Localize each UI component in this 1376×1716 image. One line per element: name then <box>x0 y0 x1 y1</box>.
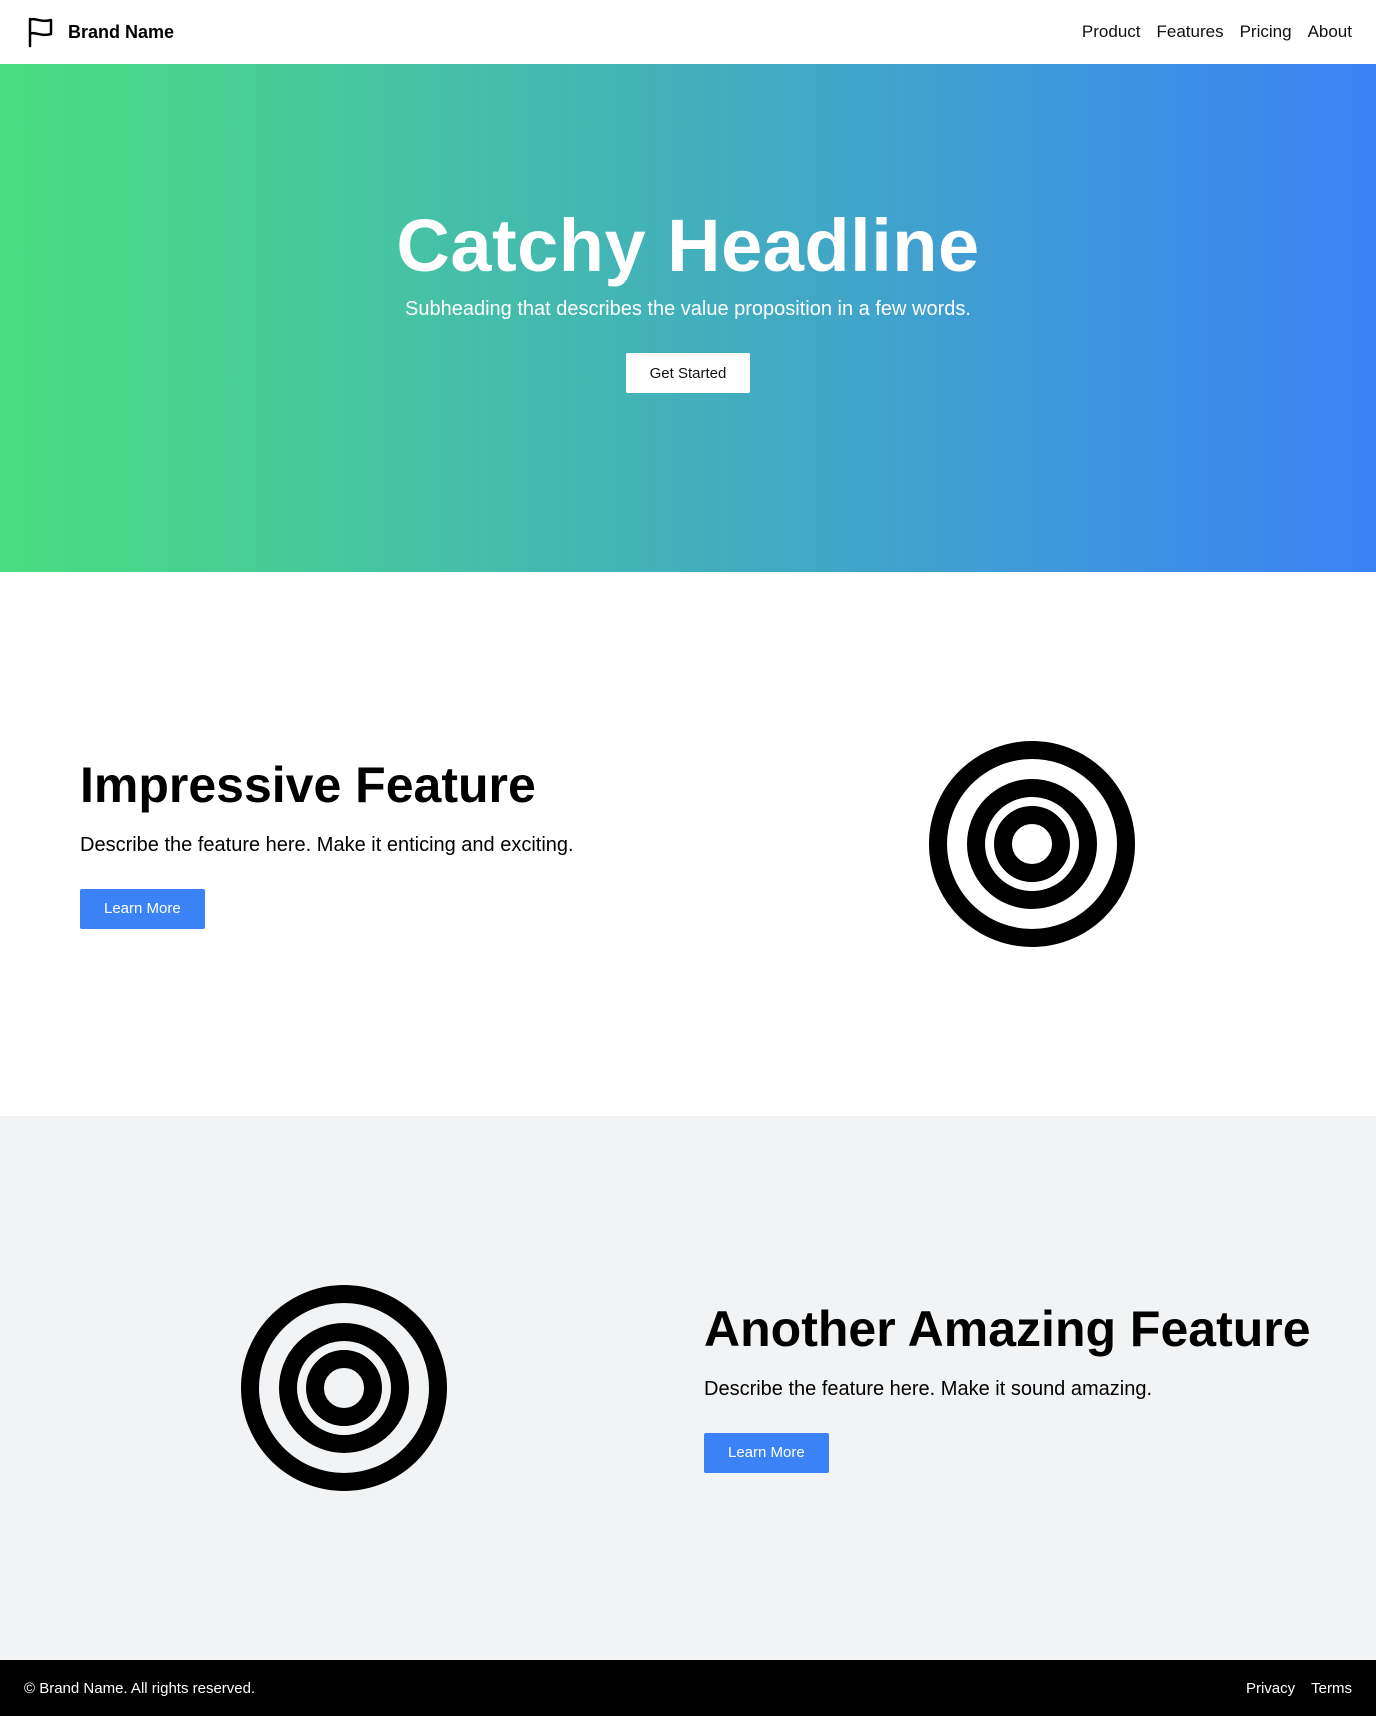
footer-link-privacy[interactable]: Privacy <box>1246 1680 1295 1697</box>
hero-section: Catchy Headline Subheading that describe… <box>0 64 1376 572</box>
brand[interactable]: Brand Name <box>24 16 174 48</box>
target-icon <box>929 741 1135 947</box>
feature-image-2 <box>0 1116 688 1660</box>
footer-links: Privacy Terms <box>1230 1680 1352 1697</box>
hero-title: Catchy Headline <box>396 204 980 287</box>
feature-title: Another Amazing Feature <box>704 1300 1311 1357</box>
hero-subtitle: Subheading that describes the value prop… <box>405 298 971 320</box>
nav-link-features[interactable]: Features <box>1157 22 1224 42</box>
footer-link-terms[interactable]: Terms <box>1311 1680 1352 1697</box>
feature-text-2: Another Amazing Feature Describe the fea… <box>688 1116 1376 1660</box>
nav-links: Product Features Pricing About <box>1066 22 1352 42</box>
brand-name: Brand Name <box>68 21 175 42</box>
nav-link-product[interactable]: Product <box>1082 22 1141 42</box>
feature-description: Describe the feature here. Make it entic… <box>80 833 574 856</box>
nav-link-about[interactable]: About <box>1308 22 1352 42</box>
feature-title: Impressive Feature <box>80 756 536 813</box>
flag-icon <box>24 16 56 48</box>
get-started-button[interactable]: Get Started <box>625 353 751 393</box>
feature-image-1 <box>688 572 1376 1116</box>
target-icon <box>241 1285 447 1491</box>
footer: © Brand Name. All rights reserved. Priva… <box>0 1660 1376 1716</box>
learn-more-button[interactable]: Learn More <box>80 888 205 929</box>
feature-section-1: Impressive Feature Describe the feature … <box>0 572 1376 1116</box>
nav-link-pricing[interactable]: Pricing <box>1240 22 1292 42</box>
navbar: Brand Name Product Features Pricing Abou… <box>0 0 1376 64</box>
feature-text-1: Impressive Feature Describe the feature … <box>0 572 688 1116</box>
learn-more-button[interactable]: Learn More <box>704 1432 829 1473</box>
feature-section-2: Another Amazing Feature Describe the fea… <box>0 1116 1376 1660</box>
feature-description: Describe the feature here. Make it sound… <box>704 1377 1153 1400</box>
copyright-text: © Brand Name. All rights reserved. <box>24 1679 256 1697</box>
